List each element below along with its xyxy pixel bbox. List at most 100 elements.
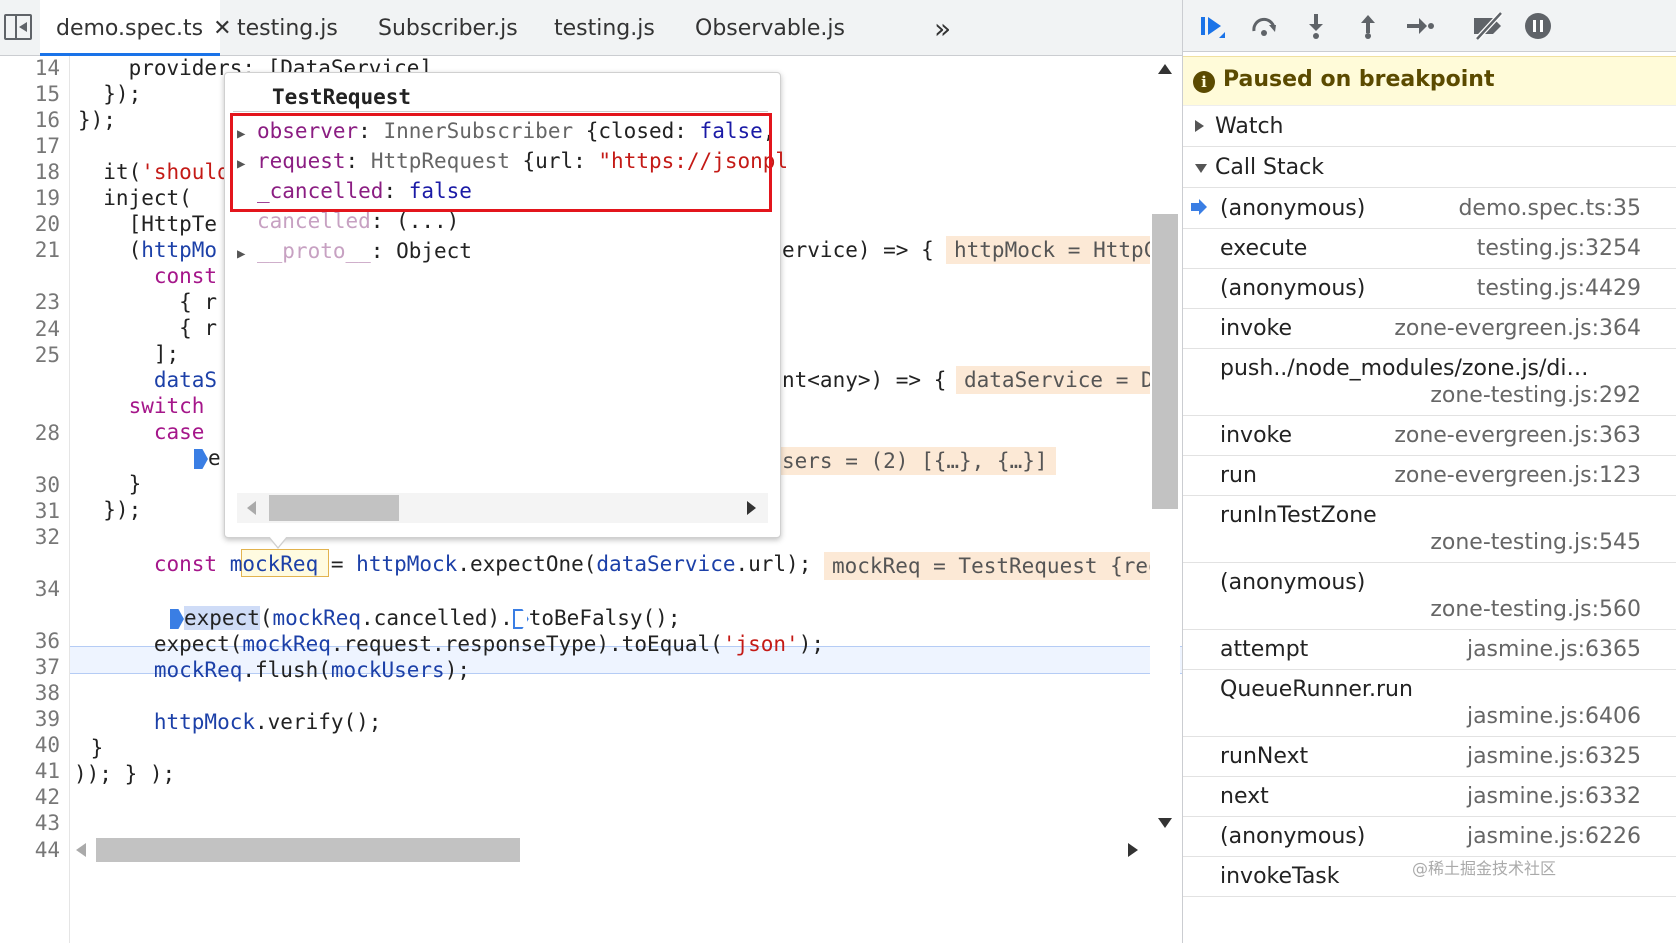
line-number[interactable]: 39 [0,705,70,733]
frame-location-link[interactable]: zone-testing.js:292 [1430,383,1641,408]
line-number[interactable]: 25 [0,341,70,369]
call-frame[interactable]: invoke zone-evergreen.js:363 [1183,416,1676,456]
breakpoint-line-number[interactable]: 29 [0,445,72,473]
frame-location-link[interactable]: jasmine.js:6406 [1467,704,1641,729]
call-frame[interactable]: runInTestZone zone-testing.js:545 [1183,496,1676,563]
tab-testing-js-2[interactable]: testing.js [554,0,655,56]
tab-demo-spec[interactable]: demo.spec.ts ✕ [40,0,232,56]
frame-location-link[interactable]: zone-testing.js:545 [1430,530,1641,555]
line-number[interactable]: 43 [0,809,70,837]
frame-location-link[interactable]: zone-evergreen.js:364 [1394,316,1641,341]
call-frame[interactable]: execute testing.js:3254 [1183,229,1676,269]
call-frame[interactable]: (anonymous) jasmine.js:6226 [1183,817,1676,857]
line-number[interactable]: 40 [0,731,70,759]
object-property-cancelled-getter[interactable]: cancelled: (...) [237,206,459,236]
frame-location-link[interactable]: jasmine.js:6365 [1467,637,1641,662]
breakpoint-line-number[interactable]: 22 [0,262,72,290]
call-frame[interactable]: run zone-evergreen.js:123 [1183,456,1676,496]
scrollbar-thumb[interactable] [269,495,399,521]
vertical-scrollbar[interactable] [1150,56,1180,943]
step-out-icon[interactable] [1353,12,1383,40]
line-number[interactable]: 30 [0,471,70,499]
frame-location-link[interactable]: jasmine.js:6226 [1467,824,1641,849]
line-number[interactable]: 21 [0,236,70,264]
frame-location-link[interactable]: testing.js:4429 [1477,276,1641,301]
scroll-right-icon[interactable] [1128,843,1138,857]
line-number[interactable]: 31 [0,497,70,525]
line-number[interactable]: 20 [0,210,70,238]
inline-breakpoint-icon[interactable] [512,609,529,629]
object-property-proto[interactable]: ▶ __proto__: Object [237,236,472,266]
expand-triangle-icon[interactable]: ▶ [237,239,257,269]
tab-subscriber-js[interactable]: Subscriber.js [378,0,518,56]
watch-section-header[interactable]: Watch [1183,107,1676,147]
breakpoint-line-number[interactable]: 35 [0,601,72,629]
frame-location-link[interactable]: testing.js:3254 [1477,236,1641,261]
object-property-cancelled-private[interactable]: _cancelled: false [237,176,472,206]
sidebar-toggle-icon[interactable] [4,14,32,40]
frame-location-link[interactable]: jasmine.js:6332 [1467,784,1641,809]
line-number[interactable]: 15 [0,80,70,108]
line-number[interactable]: 42 [0,783,70,811]
scrollbar-thumb[interactable] [96,838,520,862]
scroll-left-icon[interactable] [76,843,86,857]
line-number[interactable]: 23 [0,288,70,316]
expand-triangle-icon[interactable]: ▶ [237,119,257,149]
call-frame-current[interactable]: (anonymous) demo.spec.ts:35 [1183,189,1676,229]
scroll-down-icon[interactable] [1158,818,1172,828]
inline-breakpoint-icon[interactable] [170,609,184,629]
call-stack-section-header[interactable]: Call Stack [1183,148,1676,188]
object-property-request[interactable]: ▶ request: HttpRequest {url: "https://jso… [237,146,788,176]
resume-icon[interactable] [1197,12,1227,40]
step-over-icon[interactable] [1249,12,1279,40]
line-number[interactable]: 28 [0,419,70,447]
scroll-up-icon[interactable] [1158,64,1172,74]
expand-triangle-icon[interactable]: ▶ [237,149,257,179]
line-number[interactable]: 19 [0,184,70,212]
breakpoint-line-number[interactable]: 26 [0,367,72,395]
variable-hover-popover[interactable]: TestRequest ▶ observer: InnerSubscriber {… [224,72,788,538]
close-icon[interactable]: ✕ [213,16,231,41]
horizontal-scrollbar[interactable] [70,835,1150,865]
line-number[interactable]: 18 [0,158,70,186]
line-number[interactable]: 44 [0,836,70,864]
call-frame[interactable]: invoke zone-evergreen.js:364 [1183,309,1676,349]
frame-location-link[interactable]: zone-evergreen.js:363 [1394,423,1641,448]
tab-observable-js[interactable]: Observable.js [695,0,845,56]
call-frame[interactable]: (anonymous) zone-testing.js:560 [1183,563,1676,630]
line-number[interactable]: 17 [0,132,70,160]
breakpoint-line-number[interactable]: 27 [0,393,72,421]
tab-testing-js[interactable]: testing.js [237,0,338,56]
hovered-variable[interactable]: mockReq [230,552,319,576]
scroll-right-icon[interactable] [747,501,756,515]
pause-on-exceptions-icon[interactable] [1523,12,1553,40]
frame-location-link[interactable]: jasmine.js:6325 [1467,744,1641,769]
line-number[interactable]: 34 [0,575,70,603]
breakpoint-line-number[interactable]: 33 [0,549,72,577]
deactivate-breakpoints-icon[interactable] [1471,12,1507,40]
double-chevron-right-icon[interactable]: » [934,12,951,45]
call-frame[interactable]: QueueRunner.run jasmine.js:6406 [1183,670,1676,737]
line-number[interactable]: 37 [0,653,70,681]
object-property-observer[interactable]: ▶ observer: InnerSubscriber {closed: fals… [237,116,775,146]
line-number[interactable]: 24 [0,315,70,343]
popover-horizontal-scrollbar[interactable] [237,493,768,523]
frame-location-link[interactable]: zone-evergreen.js:123 [1394,463,1641,488]
call-frame[interactable]: (anonymous) testing.js:4429 [1183,269,1676,309]
call-frame[interactable]: attempt jasmine.js:6365 [1183,630,1676,670]
scrollbar-thumb[interactable] [1152,214,1178,509]
call-frame[interactable]: next jasmine.js:6332 [1183,777,1676,817]
inline-breakpoint-icon[interactable] [194,449,208,469]
frame-location-link[interactable]: zone-testing.js:560 [1430,597,1641,622]
property-value[interactable]: (...) [396,209,459,233]
line-number[interactable]: 38 [0,679,70,707]
call-frame[interactable]: push../node_modules/zone.js/di… zone-test… [1183,349,1676,416]
step-icon[interactable] [1405,12,1435,40]
frame-location-link[interactable]: demo.spec.ts:35 [1458,196,1641,221]
line-number-gutter[interactable]: 14 15 16 17 18 19 20 21 22 23 24 25 26 27 28 29 30 31 32 33… [0,56,72,943]
line-number[interactable]: 32 [0,523,70,551]
scroll-left-icon[interactable] [247,501,256,515]
line-number[interactable]: 36 [0,627,70,655]
call-frame[interactable]: runNext jasmine.js:6325 [1183,737,1676,777]
line-number[interactable]: 14 [0,56,70,82]
